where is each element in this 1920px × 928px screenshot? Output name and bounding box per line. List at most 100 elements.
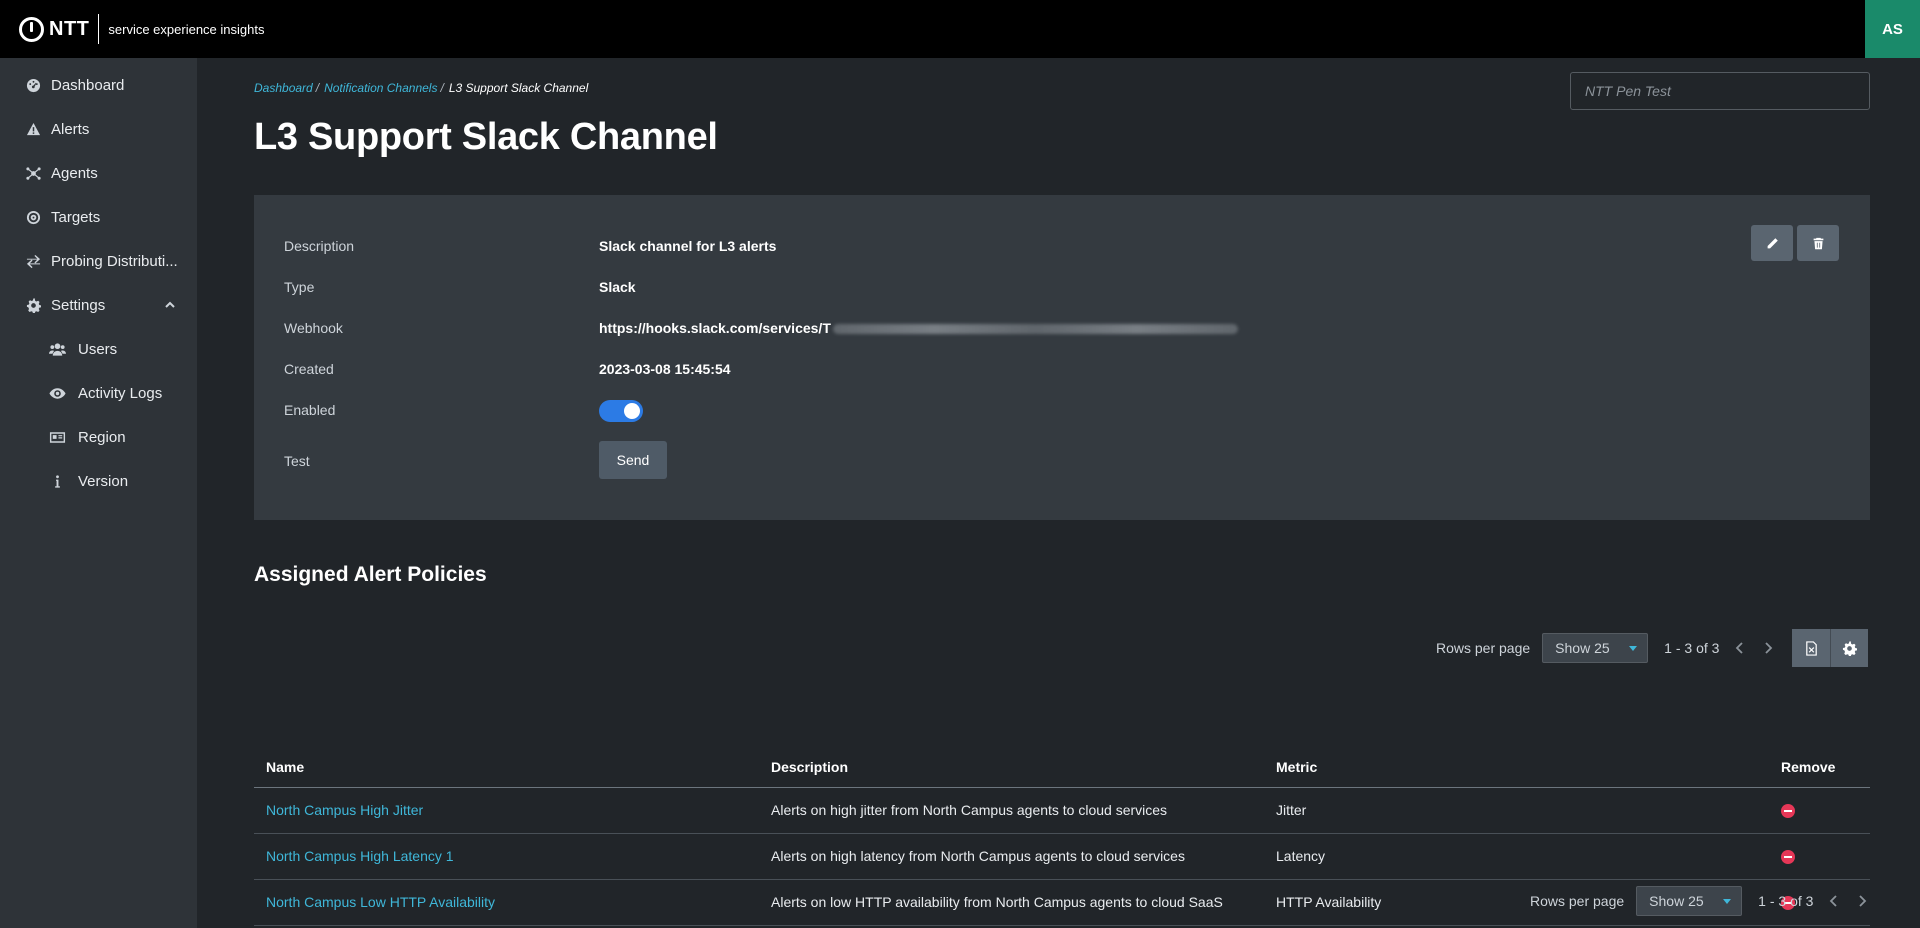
brand-name: NTT (49, 17, 90, 40)
remove-circle-icon[interactable] (1781, 804, 1795, 819)
test-label: Test (284, 453, 310, 469)
policy-description-cell: Alerts on high jitter from North Campus … (759, 787, 1264, 834)
page-title: L3 Support Slack Channel (254, 116, 718, 158)
policy-name-link[interactable]: North Campus High Jitter (266, 802, 423, 818)
column-header-name[interactable]: Name (254, 748, 759, 788)
description-value: Slack channel for L3 alerts (599, 238, 777, 254)
policy-name-link[interactable]: North Campus Low HTTP Availability (266, 894, 495, 910)
section-title: Assigned Alert Policies (254, 563, 487, 586)
pagination-bottom: Rows per page Show 25 1 - 3 of 3 (1530, 886, 1869, 916)
sidebar-item-label: Probing Distributi... (51, 252, 178, 270)
prev-page-button[interactable] (1735, 641, 1747, 655)
breadcrumb-separator: / (440, 81, 444, 95)
column-header-description[interactable]: Description (759, 748, 1264, 788)
logo[interactable]: NTT service experience insights (19, 14, 264, 44)
sidebar-item-version[interactable]: Version (0, 459, 197, 503)
type-label: Type (284, 279, 315, 295)
enabled-label: Enabled (284, 402, 336, 418)
rows-per-page-value: Show 25 (1555, 640, 1610, 656)
created-value: 2023-03-08 15:45:54 (599, 361, 731, 377)
caret-down-icon (1723, 899, 1732, 904)
table-header-row: Name Description Metric Remove (254, 748, 1870, 788)
top-bar: NTT service experience insights AS (0, 0, 1920, 58)
sidebar-item-activity-logs[interactable]: Activity Logs (0, 371, 197, 415)
warning-icon (26, 122, 41, 137)
policy-name-cell: North Campus Low HTTP Availability (254, 879, 759, 926)
policy-name-cell: North Campus High Latency 1 (254, 833, 759, 880)
column-header-remove: Remove (1769, 748, 1870, 788)
ntt-logo-icon (19, 16, 44, 42)
sidebar-item-users[interactable]: Users (0, 327, 197, 371)
chevron-left-icon (1736, 642, 1744, 654)
users-icon (49, 342, 66, 357)
sidebar-item-targets[interactable]: Targets (0, 195, 197, 239)
redacted-webhook-token (832, 324, 1238, 335)
trash-icon (1813, 237, 1823, 249)
pencil-icon (1767, 237, 1778, 248)
excel-file-icon (1806, 640, 1817, 656)
table-row: North Campus High Jitter Alerts on high … (254, 787, 1870, 834)
send-test-button[interactable]: Send (599, 441, 667, 479)
export-excel-button[interactable] (1792, 629, 1831, 667)
eye-icon (49, 386, 66, 401)
target-icon (26, 210, 41, 225)
rows-per-page-label: Rows per page (1530, 893, 1625, 909)
sidebar-item-settings[interactable]: Settings (0, 283, 197, 327)
policy-name-link[interactable]: North Campus High Latency 1 (266, 848, 454, 864)
page-info: 1 - 3 of 3 (1664, 640, 1720, 656)
breadcrumb-separator: / (315, 81, 320, 95)
gear-icon (26, 297, 41, 313)
sidebar-item-probing-distribution[interactable]: Probing Distributi... (0, 239, 197, 283)
table-row: North Campus High Latency 1 Alerts on hi… (254, 833, 1870, 880)
breadcrumb-dashboard[interactable]: Dashboard (254, 81, 313, 95)
sidebar-item-label: Region (78, 428, 126, 446)
gear-icon (1843, 640, 1858, 656)
tenant-selector[interactable]: NTT Pen Test (1570, 72, 1870, 110)
rows-per-page-value: Show 25 (1649, 893, 1704, 909)
description-label: Description (284, 238, 355, 254)
table-settings-button[interactable] (1830, 629, 1869, 667)
edit-button[interactable] (1751, 225, 1793, 261)
policy-description-cell: Alerts on low HTTP availability from Nor… (759, 879, 1264, 926)
sidebar-item-region[interactable]: Region (0, 415, 197, 459)
prev-page-button[interactable] (1829, 894, 1841, 908)
sidebar-item-label: Dashboard (51, 76, 125, 94)
policy-metric-cell: Latency (1264, 833, 1769, 880)
webhook-value: https://hooks.slack.com/services/T (599, 320, 1238, 336)
dashboard-icon (26, 78, 41, 93)
sidebar-item-label: Agents (51, 164, 98, 182)
policy-remove-cell (1769, 787, 1870, 834)
sidebar-item-agents[interactable]: Agents (0, 151, 197, 195)
rows-per-page-select[interactable]: Show 25 (1636, 886, 1743, 916)
caret-down-icon (1629, 646, 1638, 651)
sidebar-item-alerts[interactable]: Alerts (0, 107, 197, 151)
next-page-button[interactable] (1763, 641, 1775, 655)
policy-name-cell: North Campus High Jitter (254, 787, 759, 834)
sidebar-item-dashboard[interactable]: Dashboard (0, 63, 197, 107)
sidebar-item-label: Version (78, 472, 129, 490)
sidebar-item-label: Alerts (51, 120, 90, 138)
enabled-toggle[interactable] (599, 400, 643, 422)
brand-subtitle: service experience insights (108, 21, 265, 37)
chevron-up-icon[interactable] (165, 297, 175, 314)
chevron-right-icon (1765, 642, 1773, 654)
info-icon (49, 474, 66, 489)
page-info: 1 - 3 of 3 (1758, 893, 1814, 909)
sidebar-item-label: Settings (51, 296, 106, 314)
delete-button[interactable] (1797, 225, 1839, 261)
breadcrumb-notification-channels[interactable]: Notification Channels (324, 81, 437, 95)
remove-circle-icon[interactable] (1781, 850, 1795, 865)
sidebar-item-label: Targets (51, 208, 101, 226)
rows-per-page-select[interactable]: Show 25 (1542, 633, 1649, 663)
pagination-top: Rows per page Show 25 1 - 3 of 3 (1436, 629, 1869, 667)
user-avatar[interactable]: AS (1865, 0, 1920, 58)
sidebar: Dashboard Alerts Agents Targets Probing … (0, 58, 197, 928)
policy-remove-cell (1769, 833, 1870, 880)
webhook-label: Webhook (284, 320, 343, 336)
next-page-button[interactable] (1857, 894, 1869, 908)
column-header-metric[interactable]: Metric (1264, 748, 1769, 788)
id-card-icon (49, 430, 66, 445)
exchange-icon (26, 254, 41, 269)
sidebar-item-label: Activity Logs (78, 384, 163, 402)
rows-per-page-label: Rows per page (1436, 640, 1531, 656)
